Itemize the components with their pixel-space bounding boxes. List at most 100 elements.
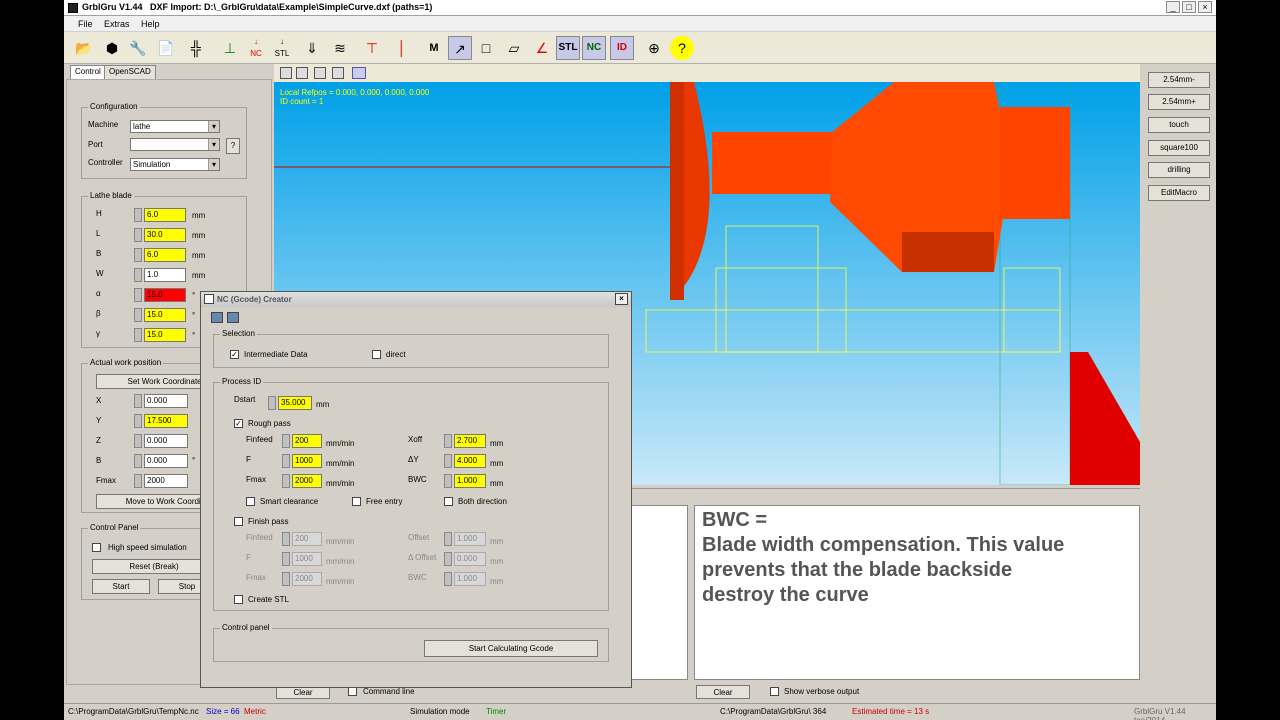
- reset-button[interactable]: Reset (Break): [92, 559, 216, 574]
- step-minus-button[interactable]: 2.54mm-: [1148, 72, 1210, 88]
- drill-icon[interactable]: ⇓: [300, 36, 324, 60]
- id-button[interactable]: ID: [610, 36, 634, 60]
- view-icon[interactable]: [314, 67, 326, 79]
- help-icon[interactable]: ?: [670, 36, 694, 60]
- rough-finfeed-input[interactable]: 200: [292, 434, 322, 448]
- wrench-icon[interactable]: 🔧: [126, 36, 150, 60]
- finish-bwc-input[interactable]: 1.000: [454, 572, 486, 586]
- dstart-input[interactable]: 35.000: [278, 396, 312, 410]
- blade-slider[interactable]: [134, 328, 142, 342]
- rough-dy-input[interactable]: 4.000: [454, 454, 486, 468]
- drilling-button[interactable]: drilling: [1148, 162, 1210, 178]
- pos-slider[interactable]: [134, 414, 142, 428]
- smart-clearance-checkbox[interactable]: [246, 497, 255, 506]
- tab-control[interactable]: Control: [70, 65, 106, 79]
- cube-icon[interactable]: ⬢: [100, 36, 124, 60]
- menu-file[interactable]: File: [78, 19, 93, 29]
- plane-icon[interactable]: ▱: [502, 36, 526, 60]
- blade-l-input[interactable]: 30.0: [144, 228, 186, 242]
- pos-b-input[interactable]: 0.000: [144, 454, 188, 468]
- m-icon[interactable]: M: [422, 36, 446, 60]
- blade-b-input[interactable]: 6.0: [144, 248, 186, 262]
- rough-slider[interactable]: [282, 454, 290, 468]
- pos-x-input[interactable]: 0.000: [144, 394, 188, 408]
- blade-slider[interactable]: [134, 208, 142, 222]
- axis-icon[interactable]: ╬: [184, 36, 208, 60]
- tool-red-icon[interactable]: ⊤: [360, 36, 384, 60]
- edit-macro-button[interactable]: EditMacro: [1148, 185, 1210, 201]
- rough-slider[interactable]: [282, 434, 290, 448]
- blade-slider[interactable]: [134, 268, 142, 282]
- tab-openscad[interactable]: OpenSCAD: [104, 65, 156, 79]
- finish-offset-input[interactable]: 1.000: [454, 532, 486, 546]
- rough-slider[interactable]: [444, 474, 452, 488]
- command-line-checkbox[interactable]: [348, 687, 357, 696]
- both-direction-checkbox[interactable]: [444, 497, 453, 506]
- pos-slider[interactable]: [134, 394, 142, 408]
- tool-green-icon[interactable]: ⊥: [218, 36, 242, 60]
- pin-icon[interactable]: │: [390, 36, 414, 60]
- finish-finfeed-input[interactable]: 200: [292, 532, 322, 546]
- intermediate-checkbox[interactable]: ✓: [230, 350, 239, 359]
- square100-button[interactable]: square100: [1148, 140, 1210, 156]
- finish-slider[interactable]: [444, 532, 452, 546]
- clear-verbose-button[interactable]: Clear: [696, 685, 750, 699]
- rough-fmax-input[interactable]: 2000: [292, 474, 322, 488]
- target-icon[interactable]: ⊕: [642, 36, 666, 60]
- controller-select[interactable]: Simulation: [130, 158, 220, 171]
- image-icon[interactable]: [211, 312, 223, 323]
- direct-checkbox[interactable]: [372, 350, 381, 359]
- port-help-button[interactable]: ?: [226, 138, 240, 154]
- pos-z-input[interactable]: 0.000: [144, 434, 188, 448]
- blade-slider[interactable]: [134, 308, 142, 322]
- port-select[interactable]: [130, 138, 220, 151]
- rough-slider[interactable]: [444, 454, 452, 468]
- high-speed-checkbox[interactable]: [92, 543, 101, 552]
- box-icon[interactable]: □: [474, 36, 498, 60]
- menu-extras[interactable]: Extras: [104, 19, 130, 29]
- rough-f-input[interactable]: 1000: [292, 454, 322, 468]
- view-icon[interactable]: [296, 67, 308, 79]
- stl-button[interactable]: STL: [556, 36, 580, 60]
- blade-alpha-input[interactable]: 15.0: [144, 288, 186, 302]
- finish-fmax-input[interactable]: 2000: [292, 572, 322, 586]
- blade-beta-input[interactable]: 15.0: [144, 308, 186, 322]
- blade-w-input[interactable]: 1.0: [144, 268, 186, 282]
- create-stl-checkbox[interactable]: [234, 595, 243, 604]
- blade-h-input[interactable]: 6.0: [144, 208, 186, 222]
- view-icon[interactable]: [332, 67, 344, 79]
- finish-slider[interactable]: [444, 552, 452, 566]
- rough-pass-checkbox[interactable]: ✓: [234, 419, 243, 428]
- close-icon[interactable]: ×: [1198, 1, 1212, 13]
- maximize-icon[interactable]: □: [1182, 1, 1196, 13]
- finish-slider[interactable]: [444, 572, 452, 586]
- finish-f-input[interactable]: 1000: [292, 552, 322, 566]
- finish-pass-checkbox[interactable]: [234, 517, 243, 526]
- axes-icon[interactable]: ↗: [448, 36, 472, 60]
- layers-icon[interactable]: ≋: [328, 36, 352, 60]
- blade-slider[interactable]: [134, 248, 142, 262]
- rough-slider[interactable]: [444, 434, 452, 448]
- finish-slider[interactable]: [282, 572, 290, 586]
- minimize-icon[interactable]: _: [1166, 1, 1180, 13]
- free-entry-checkbox[interactable]: [352, 497, 361, 506]
- pos-fmax-input[interactable]: 2000: [144, 474, 188, 488]
- menu-help[interactable]: Help: [141, 19, 160, 29]
- blade-slider[interactable]: [134, 228, 142, 242]
- stl-tool-icon[interactable]: ↓ STL: [270, 36, 294, 60]
- machine-select[interactable]: lathe: [130, 120, 220, 133]
- nc-button[interactable]: NC: [582, 36, 606, 60]
- rough-xoff-input[interactable]: 2.700: [454, 434, 486, 448]
- rough-slider[interactable]: [282, 474, 290, 488]
- open-folder-icon[interactable]: 📂: [72, 36, 96, 60]
- dialog-close-icon[interactable]: ×: [615, 293, 628, 305]
- pos-slider[interactable]: [134, 434, 142, 448]
- slope-icon[interactable]: ∠: [530, 36, 554, 60]
- start-calculating-button[interactable]: Start Calculating Gcode: [424, 640, 598, 657]
- touch-button[interactable]: touch: [1148, 117, 1210, 133]
- blade-slider[interactable]: [134, 288, 142, 302]
- finish-doffset-input[interactable]: 0.000: [454, 552, 486, 566]
- start-button[interactable]: Start: [92, 579, 150, 594]
- pos-slider[interactable]: [134, 454, 142, 468]
- view-icon[interactable]: [280, 67, 292, 79]
